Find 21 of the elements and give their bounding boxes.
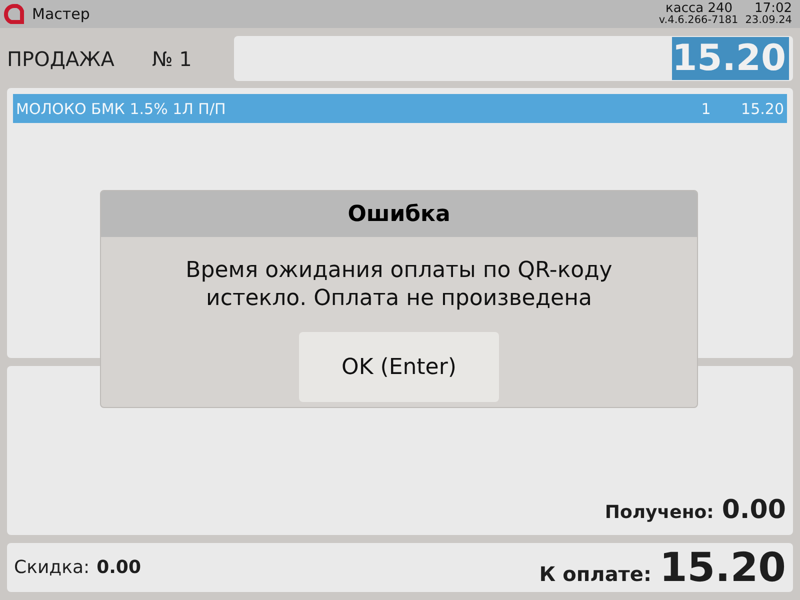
logo-icon xyxy=(3,3,25,25)
received-value: 0.00 xyxy=(722,495,786,525)
date-label: 23.09.24 xyxy=(745,15,792,26)
dialog-title: Ошибка xyxy=(348,202,450,226)
ok-button[interactable]: OK (Enter) xyxy=(299,332,499,402)
sale-title: ПРОДАЖА xyxy=(7,46,116,70)
item-price: 15.20 xyxy=(740,100,784,118)
clock-time: 17:02 xyxy=(754,2,792,16)
error-message: Время ожидания оплаты по QR-коду истекло. Оплата не произведена xyxy=(184,257,614,313)
item-name: МОЛОКО БМК 1.5% 1Л П/П xyxy=(16,100,227,118)
discount-label: Скидка: xyxy=(14,557,90,578)
register-label: касса 240 xyxy=(666,2,733,16)
app-name: Мастер xyxy=(32,5,90,23)
discount-value: 0.00 xyxy=(96,557,141,578)
item-quantity: 1 xyxy=(700,100,712,118)
amount-due-value: 15.20 xyxy=(659,544,786,590)
version-label: v.4.6.266-7181 xyxy=(658,15,738,26)
amount-due-label: К оплате: xyxy=(539,562,652,586)
receipt-number: № 1 xyxy=(152,46,193,70)
display-total: 15.20 xyxy=(672,37,789,80)
received-label: Получено: xyxy=(604,502,714,523)
